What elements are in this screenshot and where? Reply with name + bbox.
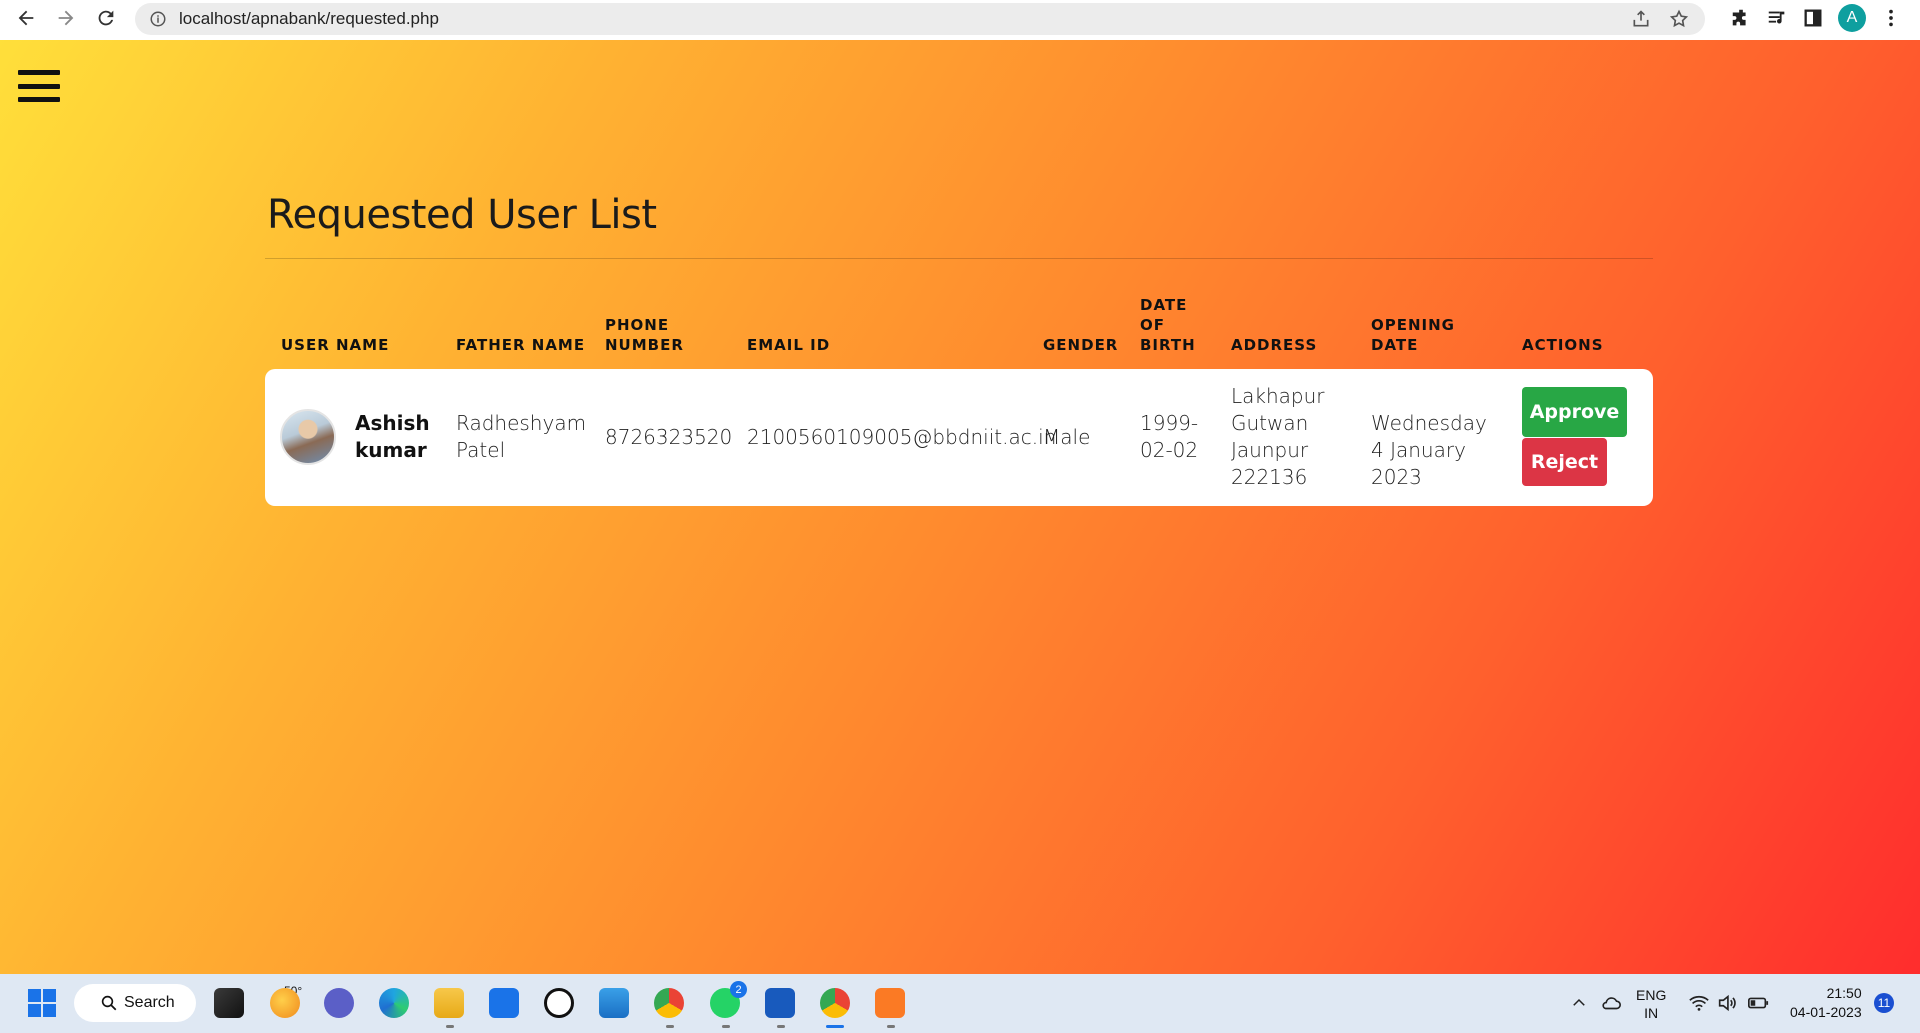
menu-kebab-icon[interactable]	[1880, 7, 1902, 29]
whatsapp-icon[interactable]: 2	[710, 981, 747, 1028]
reload-button[interactable]	[86, 0, 126, 36]
weather-icon[interactable]	[270, 988, 300, 1018]
clock-date: 04-01-2023	[1790, 1004, 1862, 1020]
page-background: Requested User List USER NAME FATHER NAM…	[0, 40, 1920, 974]
share-icon[interactable]	[1631, 9, 1651, 29]
region-code: IN	[1644, 1005, 1659, 1021]
side-panel-icon[interactable]	[1802, 7, 1824, 29]
word-icon[interactable]	[765, 988, 795, 1028]
search-icon	[101, 995, 117, 1011]
page-title: Requested User List	[267, 192, 657, 238]
edge-browser-icon[interactable]	[379, 988, 409, 1018]
address: Lakhapur Gutwan Jaunpur 222136	[1231, 384, 1325, 489]
address-bar[interactable]: localhost/apnabank/requested.php	[135, 3, 1705, 35]
volume-icon[interactable]	[1716, 992, 1738, 1014]
reject-button[interactable]: Reject	[1522, 438, 1607, 486]
whatsapp-badge: 2	[730, 981, 747, 998]
chrome-profile-icon[interactable]	[820, 988, 850, 1028]
browser-toolbar: localhost/apnabank/requested.php A	[0, 0, 1920, 40]
hamburger-menu-icon[interactable]	[18, 70, 60, 102]
date-of-birth: 1999-02-02	[1140, 411, 1199, 462]
forward-arrow-icon	[58, 10, 74, 26]
header-father-name: FATHER NAME	[456, 336, 586, 354]
chrome-browser-icon[interactable]	[654, 988, 684, 1028]
title-divider	[265, 258, 1653, 259]
system-clock[interactable]: 21:50 04-01-2023	[1790, 984, 1862, 1022]
forward-button[interactable]	[46, 0, 86, 36]
monitor-app-icon[interactable]	[599, 988, 629, 1018]
media-queue-icon[interactable]	[1766, 7, 1788, 29]
xampp-icon[interactable]	[875, 988, 905, 1028]
header-actions: ACTIONS	[1522, 336, 1604, 354]
taskbar-search[interactable]: Search	[74, 984, 196, 1022]
gender: Male	[1043, 425, 1091, 449]
header-user-name: USER NAME	[281, 336, 390, 354]
chevron-up-icon[interactable]	[1570, 994, 1588, 1012]
back-button[interactable]	[6, 0, 46, 36]
language-indicator[interactable]: ENG IN	[1636, 986, 1666, 1022]
onedrive-cloud-icon[interactable]	[1600, 992, 1622, 1014]
father-name: Radheshyam Patel	[456, 411, 587, 462]
header-opening-date: OPENING DATE	[1371, 316, 1455, 354]
header-address: ADDRESS	[1231, 336, 1318, 354]
wifi-icon[interactable]	[1688, 992, 1710, 1014]
opening-date: Wednesday 4 January 2023	[1371, 411, 1487, 489]
header-phone-number: PHONE NUMBER	[605, 316, 684, 354]
reload-icon	[98, 10, 114, 26]
site-info-icon[interactable]	[149, 10, 167, 28]
header-gender: GENDER	[1043, 336, 1119, 354]
battery-icon[interactable]	[1746, 992, 1770, 1014]
profile-avatar[interactable]: A	[1838, 4, 1866, 32]
url-text: localhost/apnabank/requested.php	[179, 9, 439, 28]
bookmark-star-icon[interactable]	[1669, 9, 1689, 29]
teams-chat-icon[interactable]	[324, 988, 354, 1018]
windows-start-icon[interactable]	[28, 989, 56, 1017]
email-id: 2100560109005@bbdniit.ac.in	[747, 425, 1057, 449]
avatar	[280, 409, 336, 465]
phone-number: 8726323520	[605, 425, 733, 449]
lang-code: ENG	[1636, 987, 1667, 1003]
header-email-id: EMAIL ID	[747, 336, 831, 354]
dell-icon[interactable]	[544, 988, 574, 1018]
user-name: Ashish kumar	[355, 411, 430, 462]
file-explorer-icon[interactable]	[434, 988, 464, 1028]
approve-button[interactable]: Approve	[1522, 387, 1627, 437]
task-view-icon[interactable]	[214, 988, 244, 1018]
windows-taskbar: Search 50° 2 ENG IN 21:50 04-01-2023 11	[0, 974, 1920, 1033]
clock-time: 21:50	[1826, 985, 1862, 1001]
notification-badge[interactable]: 11	[1874, 993, 1894, 1013]
table-row: Ashish kumar Radheshyam Patel 8726323520…	[265, 369, 1653, 506]
back-arrow-icon	[18, 10, 34, 26]
extensions-puzzle-icon[interactable]	[1730, 7, 1752, 29]
mail-icon[interactable]	[489, 988, 519, 1018]
search-label: Search	[124, 994, 175, 1011]
header-date-of-birth: DATE OF BIRTH	[1140, 296, 1196, 354]
